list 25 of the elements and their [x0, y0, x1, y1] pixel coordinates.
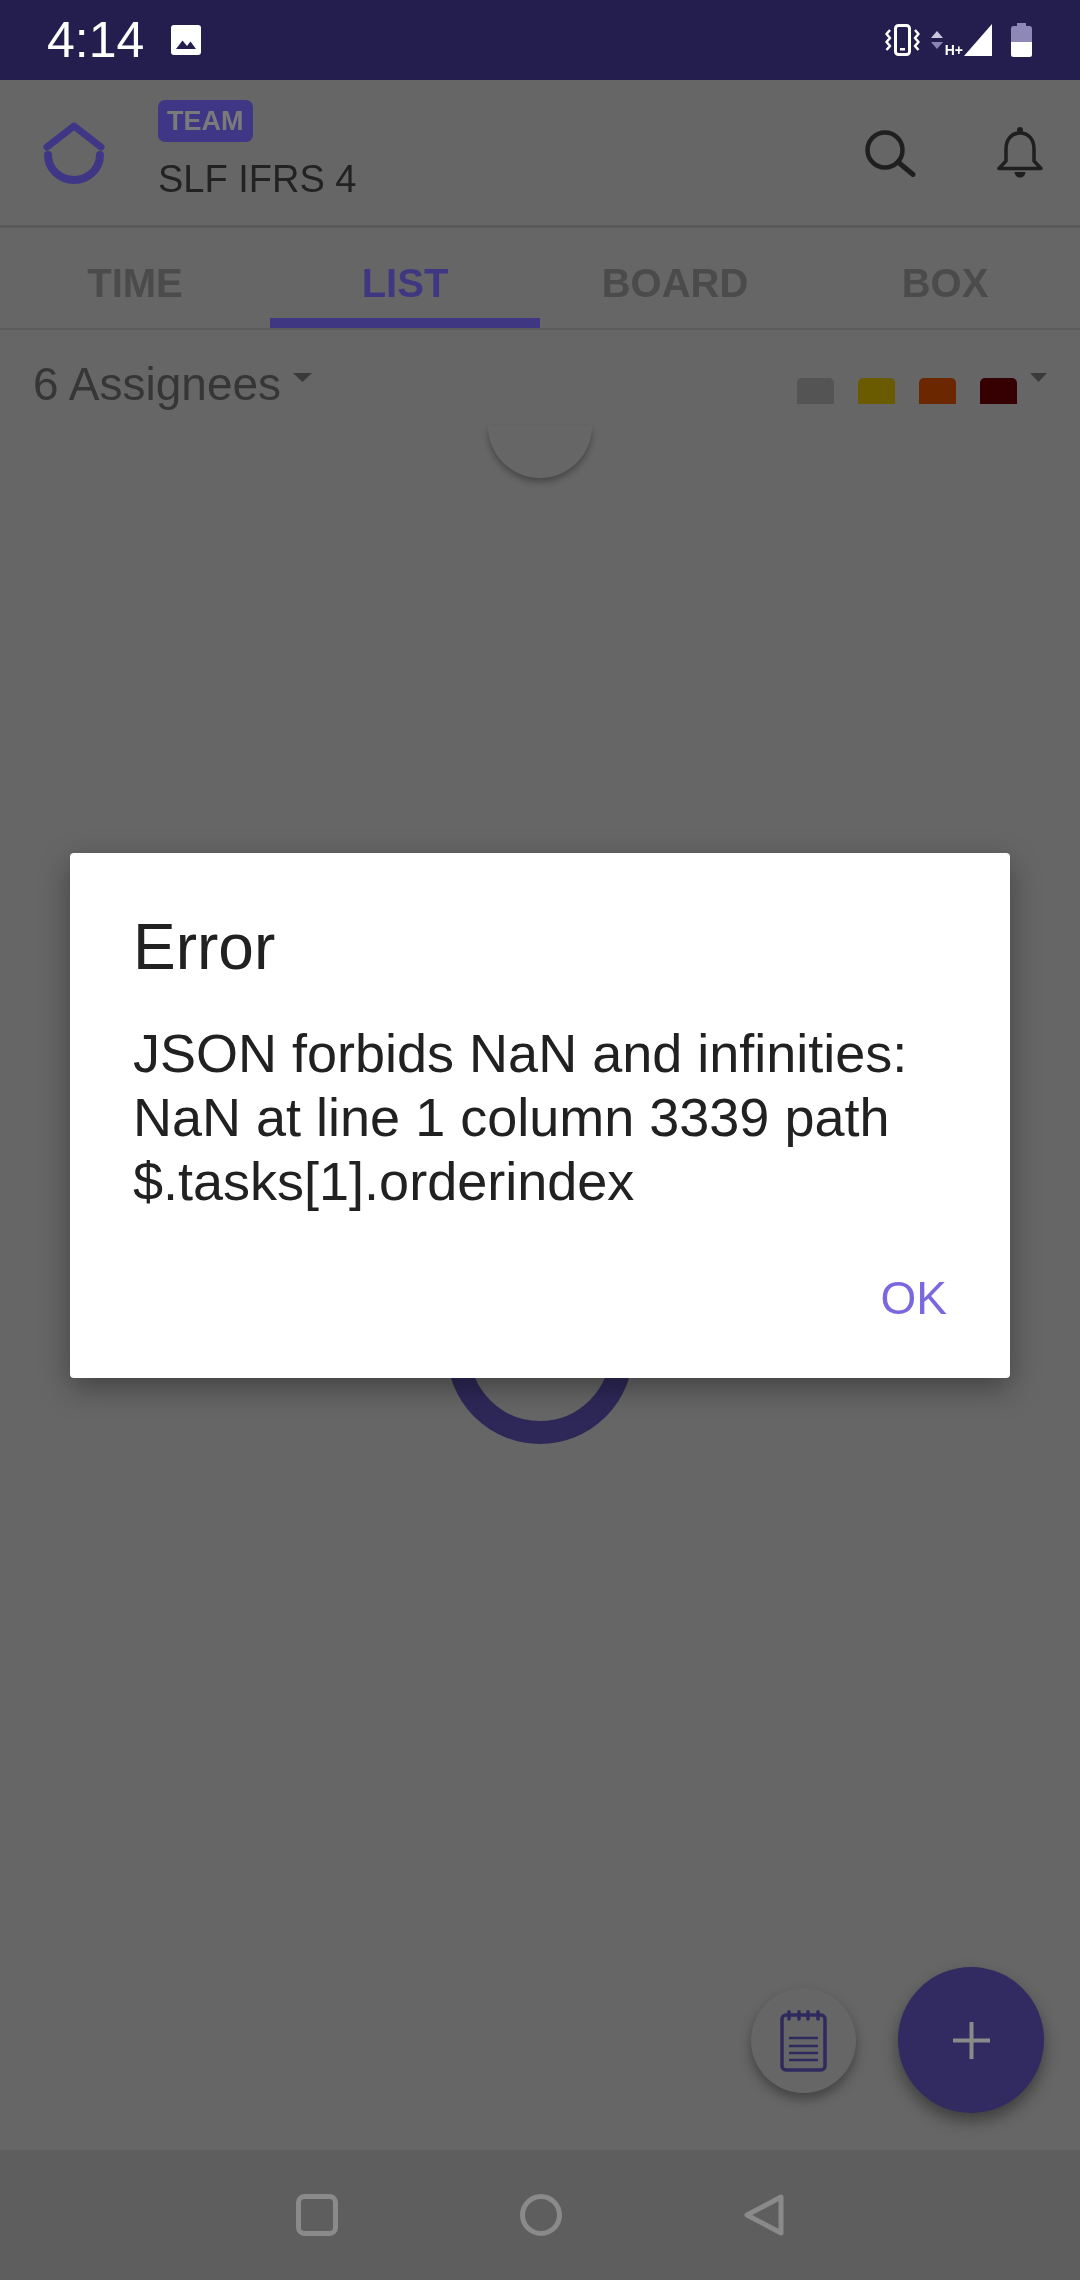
battery-icon	[1011, 23, 1032, 57]
dialog-message: JSON forbids NaN and infinities: NaN at line 1 column 3339 path $.tasks[1].orderindex	[133, 1021, 909, 1213]
project-title: SLF IFRS 4	[158, 156, 357, 201]
home-icon[interactable]	[520, 2194, 562, 2236]
data-arrows-icon	[930, 31, 943, 49]
caret-icon	[293, 373, 313, 382]
color-swatch-icon[interactable]	[858, 378, 895, 404]
dialog-title: Error	[133, 909, 277, 985]
notepad-icon	[780, 2009, 827, 2072]
search-icon[interactable]	[864, 128, 916, 177]
back-icon[interactable]	[744, 2194, 784, 2236]
image-icon	[171, 25, 202, 55]
plus-icon	[952, 2021, 990, 2059]
ok-button[interactable]: OK	[858, 1249, 969, 1346]
vibrate-icon	[884, 24, 920, 56]
recents-icon[interactable]	[296, 2194, 338, 2236]
color-swatch-icon[interactable]	[919, 378, 956, 404]
team-badge: TEAM	[158, 99, 253, 142]
status-time: 4:14	[47, 15, 145, 65]
signal-icon	[964, 24, 992, 56]
network-type: H+	[944, 43, 963, 57]
caret-icon[interactable]	[1030, 373, 1047, 382]
logo-icon	[43, 121, 105, 184]
color-swatch-icon[interactable]	[980, 378, 1017, 404]
bell-icon[interactable]	[995, 125, 1045, 180]
